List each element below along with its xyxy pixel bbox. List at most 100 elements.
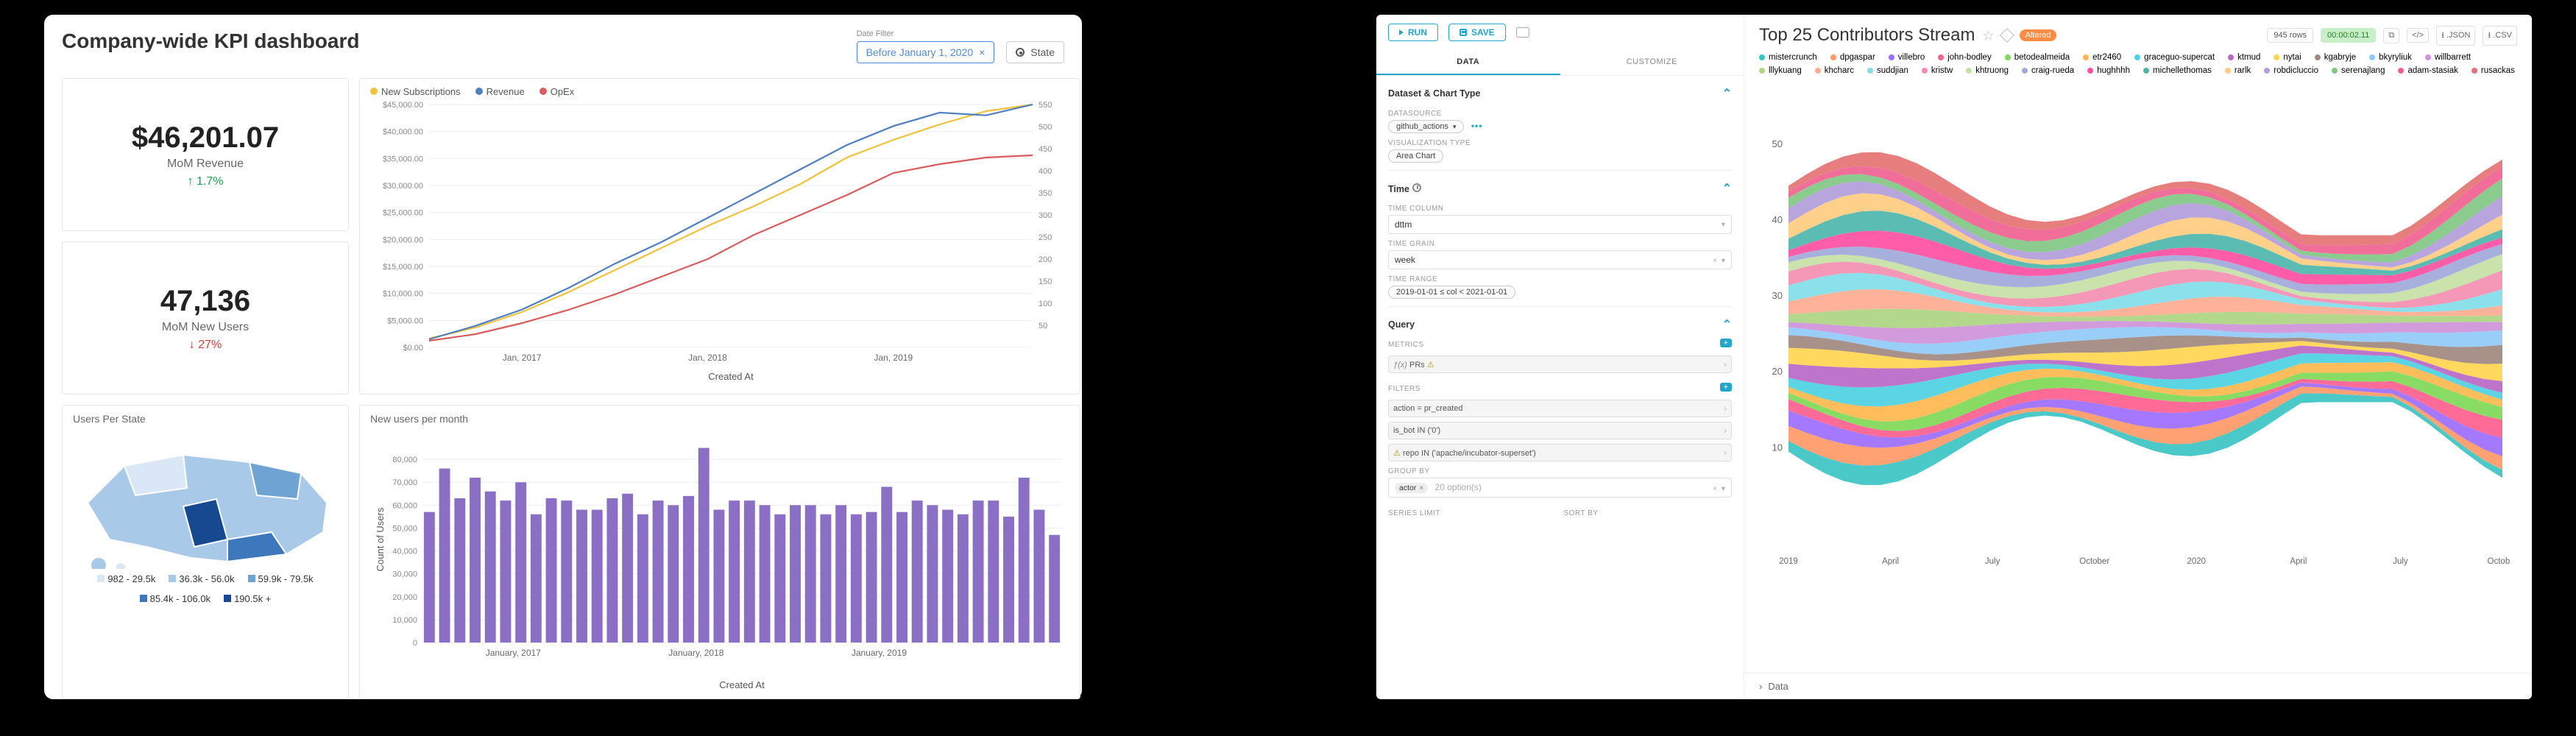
svg-text:40,000: 40,000 <box>392 548 417 556</box>
state-filter-chip[interactable]: State <box>1006 41 1064 63</box>
sort-by-label: SORT BY <box>1564 509 1733 517</box>
chevron-up-icon[interactable]: ⌃ <box>1722 181 1732 196</box>
kpi-revenue-value: $46,201.07 <box>132 121 279 155</box>
svg-text:400: 400 <box>1038 167 1052 176</box>
embed-icon[interactable]: </> <box>2407 28 2429 43</box>
groupby-pill[interactable]: actor × <box>1395 483 1428 493</box>
section-query-title: Query <box>1388 319 1415 330</box>
time-grain-select[interactable]: week ×▾ <box>1388 250 1732 269</box>
line-chart-legend: New SubscriptionsRevenueOpEx <box>370 86 1069 97</box>
state-filter-label: State <box>1030 46 1055 58</box>
kpi-revenue-delta: ↑ 1.7% <box>188 175 224 188</box>
viztype-pill[interactable]: Area Chart <box>1388 149 1443 163</box>
kpi-revenue-label: MoM Revenue <box>167 158 244 171</box>
map-title: Users Per State <box>73 413 338 425</box>
filter-chip-1[interactable]: action = pr_created› <box>1388 400 1732 417</box>
line-chart-tile[interactable]: New SubscriptionsRevenueOpEx $0.00$5,000… <box>359 78 1080 394</box>
caret-down-icon: ▾ <box>1722 485 1725 493</box>
data-section-label: Data <box>1768 681 1788 692</box>
add-filter-button[interactable]: + <box>1720 383 1732 392</box>
edit-icon[interactable] <box>2000 28 2014 43</box>
caret-down-icon: ▾ <box>1722 221 1725 229</box>
groupby-select[interactable]: actor × 20 option(s) ×▾ <box>1388 478 1732 498</box>
viztype-label: VISUALIZATION TYPE <box>1388 139 1732 147</box>
svg-text:January, 2019: January, 2019 <box>852 648 907 658</box>
pin-icon <box>1016 48 1025 57</box>
svg-text:October: October <box>2079 557 2109 566</box>
tab-customize[interactable]: CUSTOMIZE <box>1560 50 1744 75</box>
svg-text:40: 40 <box>1772 214 1783 225</box>
clear-date-filter-icon[interactable]: × <box>979 46 985 58</box>
viz-panel: Top 25 Contributors Stream ☆ Altered 945… <box>1744 15 2532 699</box>
svg-text:Jan, 2017: Jan, 2017 <box>503 353 542 363</box>
chevron-up-icon[interactable]: ⌃ <box>1722 317 1732 332</box>
remove-group-icon[interactable]: × <box>1419 484 1423 492</box>
svg-text:$0.00: $0.00 <box>403 344 423 353</box>
svg-text:$40,000.00: $40,000.00 <box>383 128 423 137</box>
svg-text:10: 10 <box>1772 442 1783 453</box>
svg-text:50: 50 <box>1772 138 1783 149</box>
time-range-pill[interactable]: 2019-01-01 ≤ col < 2021-01-01 <box>1388 286 1515 299</box>
chart-title: Top 25 Contributors Stream <box>1759 25 1975 46</box>
controls-panel: RUN SAVE DATA CUSTOMIZE Dataset & Chart … <box>1376 15 1744 699</box>
clear-icon[interactable]: × <box>1713 257 1717 265</box>
svg-text:April: April <box>2290 557 2307 566</box>
date-filter-chip[interactable]: Before January 1, 2020 × <box>857 41 995 63</box>
svg-text:20,000: 20,000 <box>392 593 417 602</box>
date-filter-label: Date Filter <box>857 29 995 38</box>
map-tile[interactable]: Users Per State 982 - 29.5k36.3k - 56.0k… <box>62 405 349 699</box>
datasource-pill[interactable]: github_actions ▾ <box>1388 120 1464 133</box>
bar-chart-tile[interactable]: New users per month 010,00020,00030,0004… <box>359 405 1080 699</box>
datasource-more-icon[interactable]: ••• <box>1471 121 1483 131</box>
star-icon[interactable]: ☆ <box>1982 28 1994 43</box>
series-limit-label: SERIES LIMIT <box>1388 509 1557 517</box>
svg-text:50: 50 <box>1038 322 1047 330</box>
svg-text:$10,000.00: $10,000.00 <box>383 290 423 299</box>
kpi-users-tile[interactable]: 47,136 MoM New Users ↓ 27% <box>62 241 349 394</box>
time-column-select[interactable]: dttm▾ <box>1388 215 1732 234</box>
export-json-button[interactable]: ⭳ .JSON <box>2436 26 2475 46</box>
bar-chart: 010,00020,00030,00040,00050,00060,00070,… <box>370 429 1069 694</box>
function-icon: ƒ(x) <box>1393 361 1407 369</box>
add-metric-button[interactable]: + <box>1720 339 1732 347</box>
map-legend: 982 - 29.5k36.3k - 56.0k59.9k - 79.5k85.… <box>73 573 338 604</box>
stream-chart[interactable]: 10203040502019AprilJulyOctober2020AprilJ… <box>1759 79 2510 580</box>
data-section-toggle[interactable]: › Data <box>1744 673 2532 699</box>
svg-text:20: 20 <box>1772 366 1783 377</box>
clear-icon[interactable]: × <box>1713 485 1717 493</box>
export-csv-button[interactable]: ⭳ .CSV <box>2483 26 2517 46</box>
svg-text:Jan, 2018: Jan, 2018 <box>688 353 727 363</box>
svg-text:30,000: 30,000 <box>392 570 417 579</box>
svg-text:July: July <box>1985 557 2000 566</box>
datasource-label: DATASOURCE <box>1388 110 1732 118</box>
section-time: Time ⌃ TIME COLUMN dttm▾ TIME GRAIN week… <box>1388 170 1732 306</box>
svg-text:30: 30 <box>1772 290 1783 301</box>
section-dataset-title: Dataset & Chart Type <box>1388 88 1481 99</box>
metrics-label: METRICS <box>1388 341 1424 349</box>
save-button[interactable]: SAVE <box>1448 24 1506 41</box>
filter-chip-3[interactable]: ⚠ repo IN ('apache/incubator-superset') … <box>1388 444 1732 461</box>
svg-text:$20,000.00: $20,000.00 <box>383 236 423 244</box>
chevron-up-icon[interactable]: ⌃ <box>1722 86 1732 101</box>
share-link-icon[interactable] <box>1516 27 1529 38</box>
chevron-right-icon: › <box>1724 359 1727 369</box>
clock-icon <box>1412 183 1421 192</box>
svg-text:350: 350 <box>1038 189 1052 198</box>
save-icon <box>1459 29 1467 36</box>
metric-chip[interactable]: ƒ(x) PRs ⚠ › <box>1388 355 1732 373</box>
copy-icon[interactable]: ⧉ <box>2383 28 2399 43</box>
filters-label: FILTERS <box>1388 385 1420 393</box>
svg-text:Created At: Created At <box>708 371 754 382</box>
filter-chip-2[interactable]: is_bot IN ('0')› <box>1388 422 1732 439</box>
svg-text:150: 150 <box>1038 277 1052 286</box>
svg-text:Created At: Created At <box>719 679 765 690</box>
altered-badge[interactable]: Altered <box>2020 29 2057 41</box>
warn-icon: ⚠ <box>1427 361 1434 369</box>
tab-data[interactable]: DATA <box>1376 50 1560 75</box>
time-range-label: TIME RANGE <box>1388 275 1732 283</box>
svg-text:January, 2018: January, 2018 <box>668 648 723 658</box>
kpi-revenue-tile[interactable]: $46,201.07 MoM Revenue ↑ 1.7% <box>62 78 349 231</box>
groupby-label: GROUP BY <box>1388 467 1732 475</box>
kpi-dashboard-card: Company-wide KPI dashboard Date Filter B… <box>44 15 1082 699</box>
run-button[interactable]: RUN <box>1388 24 1438 41</box>
